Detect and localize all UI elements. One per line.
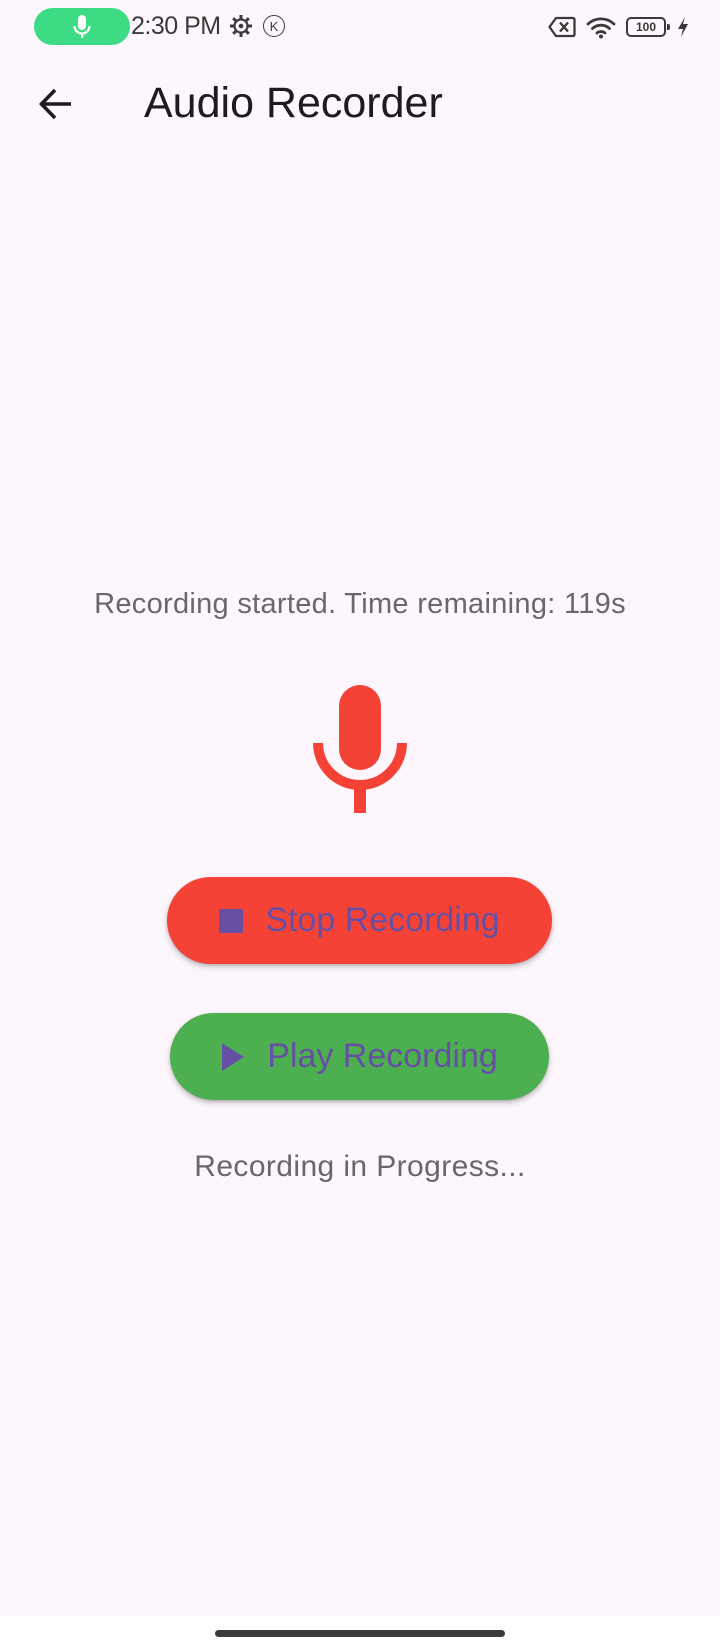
battery-icon: 100 [626,17,670,37]
no-sim-icon [548,16,576,38]
k-badge-label: K [269,18,279,34]
mic-icon [73,14,91,38]
stop-recording-button[interactable]: Stop Recording [167,877,552,964]
recording-status-message: Recording started. Time remaining: 119s [94,588,626,620]
stop-square-icon [219,908,244,933]
microphone-icon [313,685,407,813]
play-recording-button[interactable]: Play Recording [170,1013,549,1100]
k-circle-icon: K [263,15,285,37]
play-triangle-icon [221,1042,245,1071]
battery-level: 100 [635,20,657,34]
home-indicator[interactable] [215,1630,505,1637]
mic-active-indicator[interactable] [34,8,130,45]
settings-gear-icon [230,15,252,37]
app-bar: Audio Recorder [0,54,720,154]
stop-recording-label: Stop Recording [265,901,500,939]
arrow-left-icon [38,88,71,120]
back-button[interactable] [28,76,84,132]
play-recording-label: Play Recording [267,1037,498,1075]
recording-progress-text: Recording in Progress... [194,1150,526,1183]
wifi-icon [586,17,616,39]
status-bar: 2:30 PM K 100 [0,0,720,54]
charging-bolt-icon [678,17,688,37]
status-right-icons: 100 [548,14,690,40]
status-time: 2:30 PM [131,12,221,40]
page-title: Audio Recorder [144,79,443,127]
